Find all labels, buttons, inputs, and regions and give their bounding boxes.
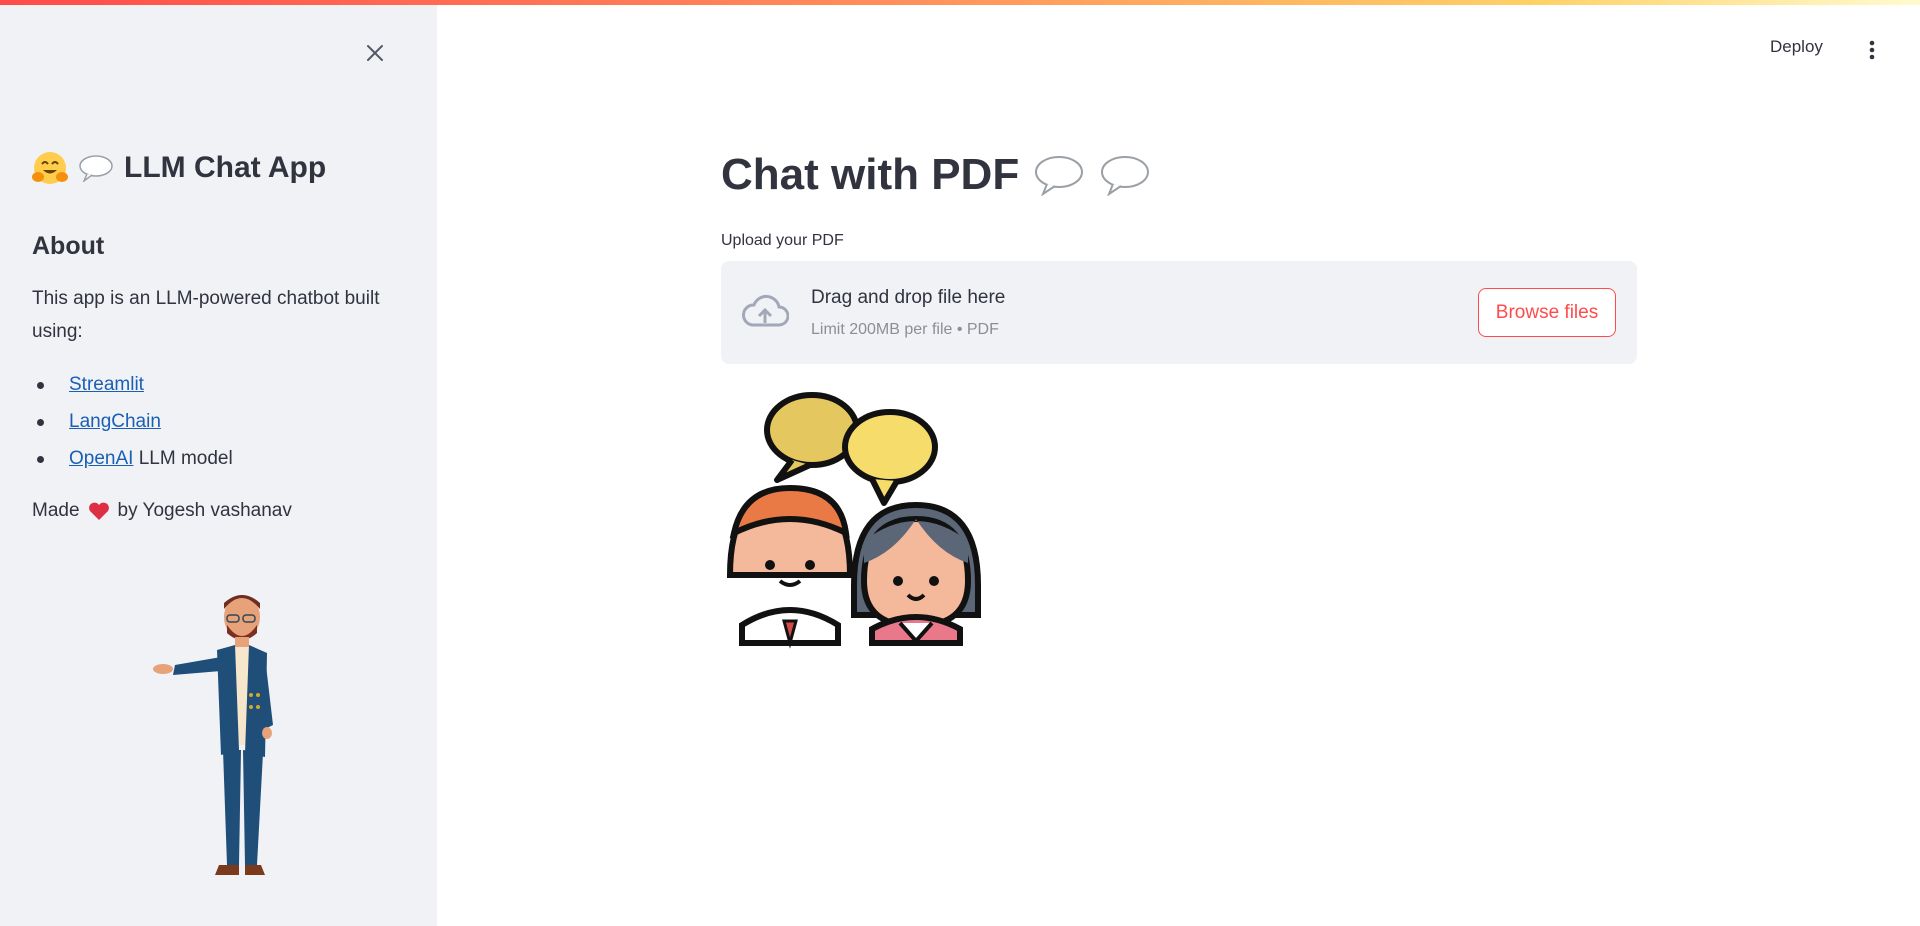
- list-item: OpenAI LLM model: [32, 442, 233, 479]
- bullet: [37, 456, 44, 463]
- presenter-illustration: [153, 595, 273, 875]
- sidebar: LLM Chat App About This app is an LLM-po…: [0, 0, 437, 926]
- made-suffix: by Yogesh vashanav: [117, 500, 292, 521]
- speech-bubble-icon: [1035, 156, 1084, 196]
- kebab-menu-icon: [1869, 40, 1875, 60]
- browse-files-button[interactable]: Browse files: [1478, 288, 1616, 337]
- upload-label: Upload your PDF: [721, 232, 844, 249]
- close-sidebar-button[interactable]: [362, 40, 388, 66]
- streamlit-link[interactable]: Streamlit: [69, 374, 144, 395]
- dropzone-instructions: Drag and drop file here: [811, 287, 1006, 308]
- about-description: This app is an LLM-powered chatbot built…: [32, 288, 380, 342]
- speech-bubble-icon: [1101, 156, 1150, 196]
- openai-suffix: LLM model: [133, 448, 233, 469]
- close-icon: [367, 45, 383, 61]
- tech-list: Streamlit LangChain OpenAI LLM model: [32, 368, 233, 479]
- bullet: [37, 419, 44, 426]
- openai-link[interactable]: OpenAI: [69, 448, 133, 469]
- bullet: [37, 382, 44, 389]
- deploy-button[interactable]: Deploy: [1770, 37, 1823, 57]
- made-by-credit: Made by Yogesh vashanav: [32, 500, 292, 522]
- list-item: LangChain: [32, 405, 233, 442]
- file-dropzone[interactable]: Drag and drop file here Limit 200MB per …: [721, 261, 1637, 364]
- top-decoration-bar: [0, 0, 1920, 5]
- about-heading: About: [32, 232, 105, 260]
- cloud-upload-icon: [742, 294, 789, 327]
- speech-bubble-icon: [79, 155, 113, 182]
- sidebar-title-text: LLM Chat App: [124, 151, 327, 184]
- hugging-face-emoji-icon: [32, 152, 68, 184]
- sidebar-title: LLM Chat App: [32, 150, 326, 186]
- page-title: Chat with PDF: [721, 150, 1151, 200]
- made-prefix: Made: [32, 500, 80, 521]
- langchain-link[interactable]: LangChain: [69, 411, 161, 432]
- list-item: Streamlit: [32, 368, 233, 405]
- dropzone-limit: Limit 200MB per file • PDF: [811, 321, 999, 338]
- heart-icon: [88, 502, 109, 520]
- chat-people-illustration: [726, 392, 981, 649]
- main-menu-button[interactable]: [1862, 38, 1882, 62]
- page-title-text: Chat with PDF: [721, 150, 1020, 199]
